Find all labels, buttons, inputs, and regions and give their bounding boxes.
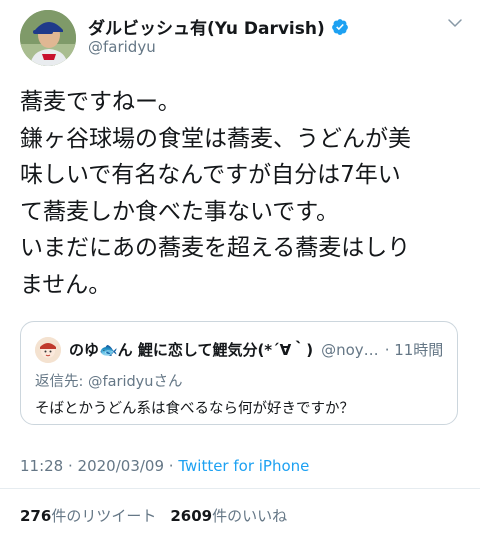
meta-separator: · xyxy=(63,457,78,475)
author-name-text: ダルビッシュ有(Yu Darvish) xyxy=(88,19,325,39)
tweet-line: 鎌ヶ谷球場の食堂は蕎麦、うどんが美 xyxy=(20,125,411,152)
tweet-line: いまだにあの蕎麦を超える蕎麦はしり xyxy=(20,235,411,261)
reply-mention: @faridyuさん xyxy=(88,374,183,390)
tweet-line: 蕎麦ですねー。 xyxy=(20,89,181,115)
chevron-down-icon[interactable] xyxy=(446,14,464,32)
quoted-tweet-header: のゆ🐟ん 鯉に恋して鯉気分(*´∀｀) @noy… · 11時間 xyxy=(69,339,451,360)
tweet-stats: 276件のリツイート 2609件のいいね xyxy=(20,505,287,526)
divider xyxy=(0,488,480,489)
likes-count: 2609 xyxy=(170,507,213,525)
tweet-source-link[interactable]: Twitter for iPhone xyxy=(178,457,309,475)
retweets-label: 件のリツイート xyxy=(51,507,157,525)
tweet-line: 味しいで有名なんですが自分は7年い xyxy=(20,162,401,188)
author-display-name[interactable]: ダルビッシュ有(Yu Darvish) xyxy=(88,14,349,39)
retweets-stat[interactable]: 276件のリツイート xyxy=(20,507,156,525)
tweet-time: 11:28 xyxy=(20,457,64,475)
tweet-date: 2020/03/09 xyxy=(77,457,165,475)
tweet-text: 蕎麦ですねー。 鎌ヶ谷球場の食堂は蕎麦、うどんが美 味しいで有名なんですが自分は… xyxy=(20,84,465,303)
likes-label: 件のいいね xyxy=(212,507,288,525)
verified-badge-icon xyxy=(331,18,348,35)
quoted-tweet-card[interactable]: のゆ🐟ん 鯉に恋して鯉気分(*´∀｀) @noy… · 11時間 返信先: @f… xyxy=(20,321,458,425)
quoted-author-name: のゆ🐟ん 鯉に恋して鯉気分(*´∀｀) xyxy=(69,341,314,359)
quoted-author-handle: @noy… xyxy=(321,340,379,359)
quoted-tweet-time: · 11時間 xyxy=(384,341,444,359)
likes-stat[interactable]: 2609件のいいね xyxy=(170,507,287,525)
meta-separator: · xyxy=(164,457,179,475)
quoted-tweet-body: そばとかうどん系は食べるなら何が好きですか？ xyxy=(35,401,354,417)
tweet-meta: 11:28 · 2020/03/09 · Twitter for iPhone xyxy=(20,457,309,475)
retweets-count: 276 xyxy=(20,507,52,525)
author-avatar[interactable] xyxy=(20,10,76,66)
reply-to-line: 返信先: @faridyuさん xyxy=(35,370,182,391)
quoted-author-avatar xyxy=(35,337,61,363)
reply-prefix: 返信先: xyxy=(35,374,88,390)
tweet-line: ません。 xyxy=(20,271,112,298)
tweet-line: て蕎麦しか食べた事ないです。 xyxy=(20,198,340,225)
author-handle[interactable]: @faridyu xyxy=(88,38,156,56)
